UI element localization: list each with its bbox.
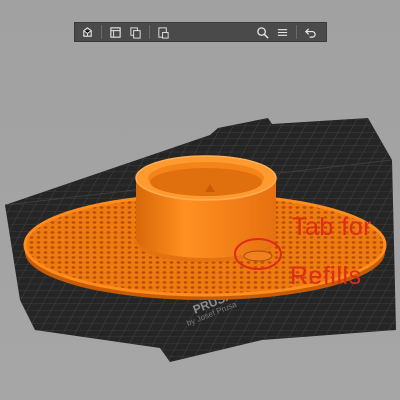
arrange-icon[interactable] <box>107 24 123 40</box>
build-plate-scene[interactable]: PRUSA i3 MK3 by Josef Prusa <box>0 0 400 400</box>
top-toolbar <box>74 22 327 42</box>
3d-viewport[interactable]: PRUSA i3 MK3 by Josef Prusa Tab for Refi… <box>0 0 400 400</box>
annotation-label-line1: Tab for <box>292 213 372 241</box>
paste-icon[interactable] <box>155 24 171 40</box>
undo-icon[interactable] <box>302 24 318 40</box>
add-object-icon[interactable] <box>79 24 95 40</box>
search-icon[interactable] <box>254 24 270 40</box>
copy-icon[interactable] <box>127 24 143 40</box>
layers-icon[interactable] <box>274 24 290 40</box>
annotation-label-line2: Refills <box>290 262 362 290</box>
